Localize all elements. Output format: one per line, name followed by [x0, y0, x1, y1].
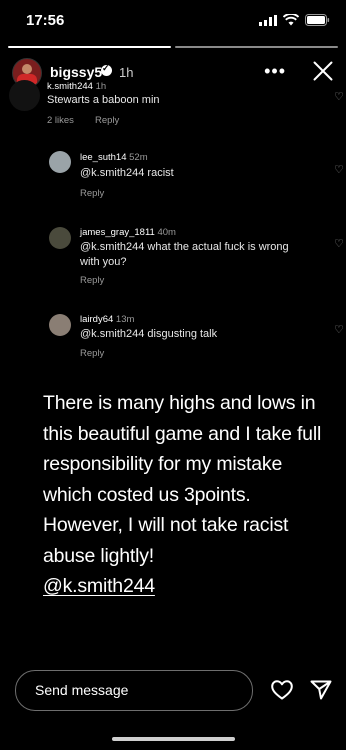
comment-username[interactable]: k.smith244 1h	[47, 81, 106, 92]
like-heart-icon[interactable]: ♡	[334, 239, 344, 250]
reply-button[interactable]: Reply	[80, 188, 104, 199]
story-time: 1h	[119, 65, 134, 80]
status-time: 17:56	[26, 12, 65, 29]
caption-line: abuse lightly!	[43, 544, 155, 567]
story-caption: There is many highs and lows in this bea…	[43, 388, 328, 602]
like-story-heart-icon[interactable]	[271, 680, 293, 700]
comment-avatar[interactable]	[49, 227, 71, 249]
send-direct-icon[interactable]	[310, 680, 332, 700]
like-heart-icon[interactable]: ♡	[334, 92, 344, 103]
more-options-icon[interactable]: •••	[264, 61, 286, 82]
comment-username[interactable]: lee_suth14 52m	[80, 152, 148, 163]
comment-text: Stewarts a baboon min	[47, 94, 160, 106]
story-progress-segment	[175, 46, 338, 48]
reply-button[interactable]: Reply	[80, 348, 104, 359]
verified-badge-icon	[101, 63, 112, 76]
caption-line: this beautiful game and I take full	[43, 422, 322, 445]
comment-text: @k.smith244 disgusting talk	[80, 328, 218, 340]
comment-avatar[interactable]	[9, 80, 40, 111]
comment-likes[interactable]: 2 likes	[47, 115, 74, 126]
wifi-icon	[283, 14, 299, 26]
like-heart-icon[interactable]: ♡	[334, 165, 344, 176]
comment-text-continued: with you?	[80, 256, 127, 268]
close-icon[interactable]	[312, 60, 334, 82]
caption-line: However, I will not take racist	[43, 514, 289, 536]
status-icons	[259, 14, 330, 26]
comment-avatar[interactable]	[49, 314, 71, 336]
home-indicator	[112, 737, 235, 741]
battery-icon	[305, 14, 330, 26]
story-progress-bar	[8, 46, 338, 48]
signal-icon	[259, 14, 277, 26]
story-author-username[interactable]: bigssy5	[50, 64, 102, 80]
reply-button[interactable]: Reply	[80, 275, 104, 286]
reply-button[interactable]: Reply	[95, 115, 119, 126]
caption-mention-link[interactable]: @k.smith244	[43, 575, 155, 597]
like-heart-icon[interactable]: ♡	[334, 325, 344, 336]
send-message-input[interactable]: Send message	[15, 670, 253, 711]
caption-line: responsibility for my mistake	[43, 453, 283, 475]
comment-username[interactable]: james_gray_1811 40m	[80, 227, 176, 238]
comment-username[interactable]: lairdy64 13m	[80, 314, 134, 325]
caption-line: There is many highs and lows in	[43, 392, 316, 414]
comment-text: @k.smith244 racist	[80, 167, 174, 179]
comment-text: @k.smith244 what the actual fuck is wron…	[80, 241, 289, 253]
send-message-placeholder: Send message	[35, 682, 129, 698]
comment-avatar[interactable]	[49, 151, 71, 173]
caption-line: which costed us 3points.	[43, 483, 251, 506]
story-progress-segment	[8, 46, 171, 48]
